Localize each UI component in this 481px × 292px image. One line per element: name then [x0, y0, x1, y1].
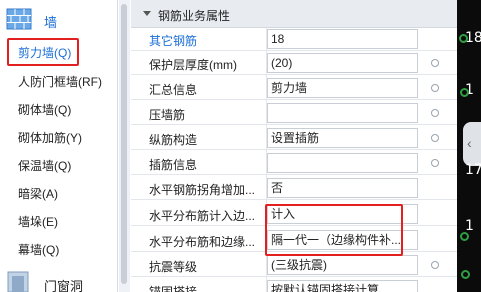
property-label: 插筋信息 [149, 158, 198, 172]
component-tree-panel: 墙 剪力墙(Q) 人防门框墙(RF) 砌体墙(Q) 砌体加筋(Y) 保温墙(Q)… [0, 0, 118, 292]
property-row-dowel-info: 插筋信息 [131, 152, 457, 175]
radio-dot-icon[interactable] [431, 59, 439, 67]
property-label: 抗震等级 [149, 260, 198, 274]
tree-item-hidden-beam[interactable]: 暗梁(A) [18, 184, 58, 204]
collapse-triangle-icon[interactable] [143, 11, 151, 16]
property-value-input[interactable]: 18 [267, 29, 418, 49]
drawing-viewport[interactable]: 18 1 ‹ 17 1 [457, 0, 481, 292]
tree-item-civil-defense-door-frame-wall[interactable]: 人防门框墙(RF) [18, 72, 102, 92]
axis-label: 17 [465, 162, 481, 178]
category-door-window-label: 门窗洞 [44, 279, 84, 292]
category-wall[interactable]: 墙 [0, 4, 117, 34]
property-value-input[interactable] [267, 153, 418, 173]
property-value-input[interactable]: 否 [267, 178, 418, 198]
radio-dot-icon[interactable] [431, 159, 439, 167]
property-label: 保护层厚度(mm) [149, 58, 237, 72]
property-row-longitudinal-construction: 纵筋构造 设置插筋 [131, 127, 457, 150]
radio-dot-icon[interactable] [431, 84, 439, 92]
tree-item-shear-wall[interactable]: 剪力墙(Q) [18, 43, 71, 63]
property-value-input[interactable]: 剪力墙 [267, 78, 418, 98]
axis-node-ring [460, 88, 469, 97]
tree-item-masonry-wall[interactable]: 砌体墙(Q) [18, 100, 71, 120]
property-row-horizontal-corner: 水平钢筋拐角增加... 否 [131, 177, 457, 200]
tree-item-masonry-reinforcement[interactable]: 砌体加筋(Y) [18, 128, 82, 148]
property-value-input[interactable]: (三级抗震) [267, 255, 418, 275]
tree-scrollbar-thumb[interactable] [121, 4, 127, 284]
tree-item-wall-pier[interactable]: 墙垛(E) [18, 212, 58, 232]
property-label: 纵筋构造 [149, 133, 198, 147]
properties-panel: 钢筋业务属性 其它钢筋 18 保护层厚度(mm) (20) 汇总信息 剪力墙 压… [131, 0, 457, 292]
door-window-icon [7, 271, 29, 292]
property-row-pressure-wall-rebar: 压墙筋 [131, 102, 457, 125]
property-label: 锚固搭接 [149, 285, 198, 292]
property-label: 水平钢筋拐角增加... [149, 183, 256, 197]
radio-dot-icon[interactable] [431, 261, 439, 269]
category-wall-label: 墙 [44, 15, 58, 30]
tree-item-curtain-wall[interactable]: 幕墙(Q) [18, 240, 59, 260]
property-value-input[interactable] [267, 103, 418, 123]
axis-node-ring [459, 34, 468, 43]
property-label: 压墙筋 [149, 108, 186, 122]
property-label: 水平分布筋和边缘... [149, 235, 256, 249]
highlight-box-horizontal-rebar [265, 204, 403, 256]
property-value-input[interactable]: 设置插筋 [267, 128, 418, 148]
property-label: 汇总信息 [149, 83, 198, 97]
radio-dot-icon[interactable] [431, 109, 439, 117]
property-label: 水平分布筋计入边... [149, 209, 256, 223]
collapse-panel-tab[interactable]: ‹ [463, 122, 481, 166]
section-title: 钢筋业务属性 [158, 9, 231, 23]
category-door-window[interactable]: 门窗洞 [0, 266, 117, 292]
tree-item-insulation-wall[interactable]: 保温墙(Q) [18, 156, 71, 176]
property-label: 其它钢筋 [149, 34, 198, 48]
property-row-anchorage-lap: 锚固搭接 按默认锚固搭接计算 [131, 279, 457, 292]
property-row-cover-thickness: 保护层厚度(mm) (20) [131, 52, 457, 75]
section-header-rebar-properties[interactable]: 钢筋业务属性 [131, 0, 457, 28]
property-value-input[interactable]: 按默认锚固搭接计算 [267, 280, 418, 292]
chevron-left-icon: ‹ [467, 135, 472, 151]
axis-node-ring [461, 270, 470, 279]
property-value-input[interactable]: (20) [267, 53, 418, 73]
property-row-summary-info: 汇总信息 剪力墙 [131, 77, 457, 100]
radio-dot-icon[interactable] [431, 134, 439, 142]
brick-wall-icon [6, 8, 32, 30]
axis-node-ring [460, 232, 469, 241]
property-row-other-rebar: 其它钢筋 18 [131, 28, 457, 51]
property-row-seismic-grade: 抗震等级 (三级抗震) [131, 254, 457, 277]
